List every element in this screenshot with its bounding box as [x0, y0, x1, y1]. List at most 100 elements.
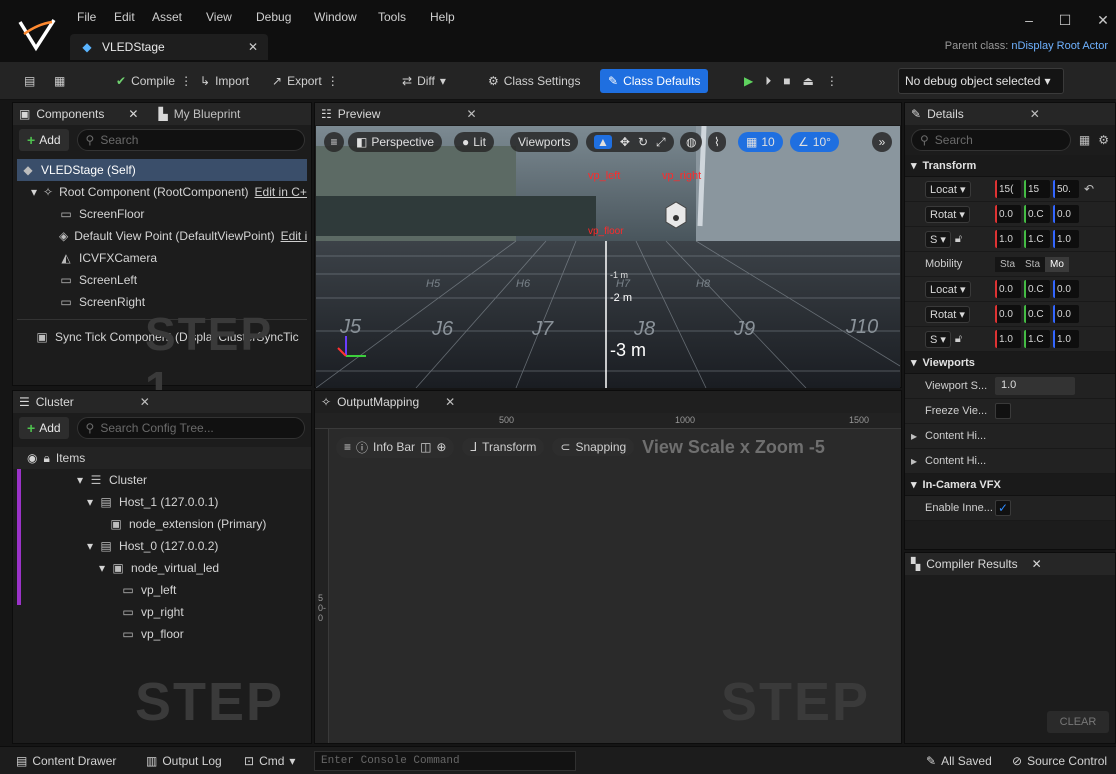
tree-item-node-virtual-led[interactable]: ▾ ▣ node_virtual_led	[13, 557, 311, 579]
scale-y[interactable]: 1.C	[1024, 330, 1050, 348]
mobility-movable[interactable]: Mo	[1045, 256, 1069, 272]
compile-button[interactable]: ✔ Compile ⋮	[112, 69, 196, 93]
location-x[interactable]: 0.0	[995, 280, 1021, 298]
close-window-button[interactable]: ✕	[1088, 12, 1116, 29]
rotation-y[interactable]: 0.C	[1024, 205, 1050, 223]
console-input[interactable]	[321, 755, 569, 767]
save-icon[interactable]: ▤	[20, 69, 39, 93]
menu-debug[interactable]: Debug	[256, 10, 291, 24]
scale-icon[interactable]: ⤢	[656, 135, 666, 150]
location-z[interactable]: 50.	[1053, 180, 1079, 198]
step-icon[interactable]: ⏵	[765, 74, 771, 89]
close-icon[interactable]: ✕	[466, 107, 476, 121]
lock-icon[interactable]: 🔒︎	[43, 451, 49, 466]
more-options-button[interactable]: »	[872, 132, 892, 152]
search-input[interactable]	[934, 133, 1062, 147]
tree-item-screenleft[interactable]: ▭ ScreenLeft	[17, 269, 307, 291]
tree-item-cluster[interactable]: ▾ ☰ Cluster	[13, 469, 311, 491]
my-blueprint-tab[interactable]: My Blueprint	[174, 107, 241, 121]
play-icon[interactable]: ▶	[744, 74, 753, 88]
content-hi-row-1[interactable]: ▸ Content Hi...	[905, 424, 1115, 449]
unreal-logo-icon[interactable]	[16, 14, 58, 56]
freeze-checkbox[interactable]	[995, 403, 1011, 419]
edit-link[interactable]: Edit i	[281, 229, 307, 243]
location-z[interactable]: 0.0	[1053, 280, 1079, 298]
preview-viewport[interactable]: vp_left vp_right vp_floor J5 J6 J7 J8 J9…	[316, 126, 900, 388]
tree-item-root[interactable]: ▾ ✧ Root Component (RootComponent) Edit …	[17, 181, 307, 203]
location-y[interactable]: 0.C	[1024, 280, 1050, 298]
rotation-x[interactable]: 0.0	[995, 205, 1021, 223]
surface-snap-toggle[interactable]: ⌇	[708, 132, 726, 152]
expand-icon[interactable]: ▾	[31, 185, 37, 199]
content-hi-row-2[interactable]: ▸ Content Hi...	[905, 449, 1115, 474]
lit-button[interactable]: ● Lit	[454, 132, 494, 152]
transform-section[interactable]: ▾ Transform	[905, 155, 1115, 177]
cmd-button[interactable]: ⊡ Cmd ▾	[244, 754, 295, 768]
menu-asset[interactable]: Asset	[152, 10, 182, 24]
maximize-button[interactable]: ☐	[1050, 12, 1080, 29]
tree-item-vp-floor[interactable]: ▭ vp_floor	[13, 623, 311, 645]
menu-edit[interactable]: Edit	[114, 10, 135, 24]
viewports-button[interactable]: Viewports	[510, 132, 579, 152]
all-saved-button[interactable]: ✎ All Saved	[926, 754, 992, 768]
mobility-static[interactable]: Sta	[995, 256, 1021, 272]
rotation-z[interactable]: 0.0	[1053, 205, 1079, 223]
transform-button[interactable]: ⅃ Transform	[462, 438, 545, 456]
rotation-dropdown[interactable]: Rotat ▾	[925, 205, 970, 223]
search-input[interactable]	[100, 133, 296, 147]
add-cluster-button[interactable]: + Add	[19, 417, 69, 439]
diff-button[interactable]: ⇄ Diff ▾	[398, 69, 450, 93]
export-button[interactable]: ↗ Export ⋮	[268, 69, 343, 93]
details-search[interactable]: ⚲	[911, 129, 1071, 151]
world-local-toggle[interactable]: ◍	[680, 132, 703, 152]
parent-class-link[interactable]: nDisplay Root Actor	[1011, 40, 1108, 52]
move-icon[interactable]: ✥	[620, 135, 630, 149]
rotation-dropdown[interactable]: Rotat ▾	[925, 305, 970, 323]
debug-object-select[interactable]: No debug object selected ▾	[898, 68, 1064, 94]
tree-item-node-extension[interactable]: ▣ node_extension (Primary)	[13, 513, 311, 535]
compiler-results-tab[interactable]: Compiler Results	[926, 557, 1017, 571]
minimize-button[interactable]: –	[1014, 12, 1044, 28]
viewport-scale-input[interactable]: 1.0	[995, 377, 1075, 395]
components-tab[interactable]: Components	[36, 107, 104, 121]
tree-item-vp-right[interactable]: ▭ vp_right	[13, 601, 311, 623]
gear-icon[interactable]: ⚙	[1098, 133, 1109, 147]
incamera-section[interactable]: ▾ In-Camera VFX	[905, 474, 1115, 496]
close-icon[interactable]: ✕	[128, 107, 138, 121]
rotation-snap-button[interactable]: ∠ 10°	[790, 132, 839, 152]
perspective-button[interactable]: ◧ Perspective	[348, 132, 443, 152]
close-icon[interactable]: ✕	[248, 40, 258, 54]
cluster-tab[interactable]: Cluster	[36, 395, 74, 409]
expand-icon[interactable]: ▾	[77, 473, 83, 487]
edit-link[interactable]: Edit in C++	[255, 185, 307, 199]
rotation-z[interactable]: 0.0	[1053, 305, 1079, 323]
class-defaults-button[interactable]: ✎ Class Defaults	[600, 69, 709, 93]
close-icon[interactable]: ✕	[1030, 107, 1040, 121]
location-dropdown[interactable]: Locat ▾	[925, 180, 971, 198]
kebab-icon[interactable]: ⋮	[180, 74, 192, 88]
expand-icon[interactable]: ▾	[87, 495, 93, 509]
rotate-icon[interactable]: ↻	[638, 135, 648, 149]
cluster-search[interactable]: ⚲	[76, 417, 305, 439]
menu-file[interactable]: File	[77, 10, 96, 24]
import-button[interactable]: ↳ Import	[196, 69, 253, 93]
clear-button[interactable]: CLEAR	[1047, 711, 1109, 733]
tree-item-vp-left[interactable]: ▭ vp_left	[13, 579, 311, 601]
menu-window[interactable]: Window	[314, 10, 357, 24]
output-log-button[interactable]: ▥ Output Log	[146, 754, 222, 768]
kebab-icon[interactable]: ⋮	[327, 74, 339, 88]
menu-tools[interactable]: Tools	[378, 10, 406, 24]
menu-help[interactable]: Help	[430, 10, 455, 24]
preview-tab[interactable]: Preview	[338, 107, 381, 121]
browse-icon[interactable]: ▦	[50, 69, 69, 93]
scale-dropdown[interactable]: S ▾	[925, 330, 951, 348]
location-y[interactable]: 15	[1024, 180, 1050, 198]
lock-icon[interactable]: 🔓︎	[955, 333, 962, 346]
tree-item-viewpoint[interactable]: ◈ Default View Point (DefaultViewPoint) …	[17, 225, 307, 247]
location-x[interactable]: 15(	[995, 180, 1021, 198]
tree-item-self[interactable]: ◆ VLEDStage (Self)	[17, 159, 307, 181]
kebab-icon[interactable]: ⋮	[826, 74, 838, 88]
scale-z[interactable]: 1.0	[1053, 330, 1079, 348]
expand-icon[interactable]: ▾	[87, 539, 93, 553]
tree-item-host1[interactable]: ▾ ▤ Host_1 (127.0.0.1)	[13, 491, 311, 513]
